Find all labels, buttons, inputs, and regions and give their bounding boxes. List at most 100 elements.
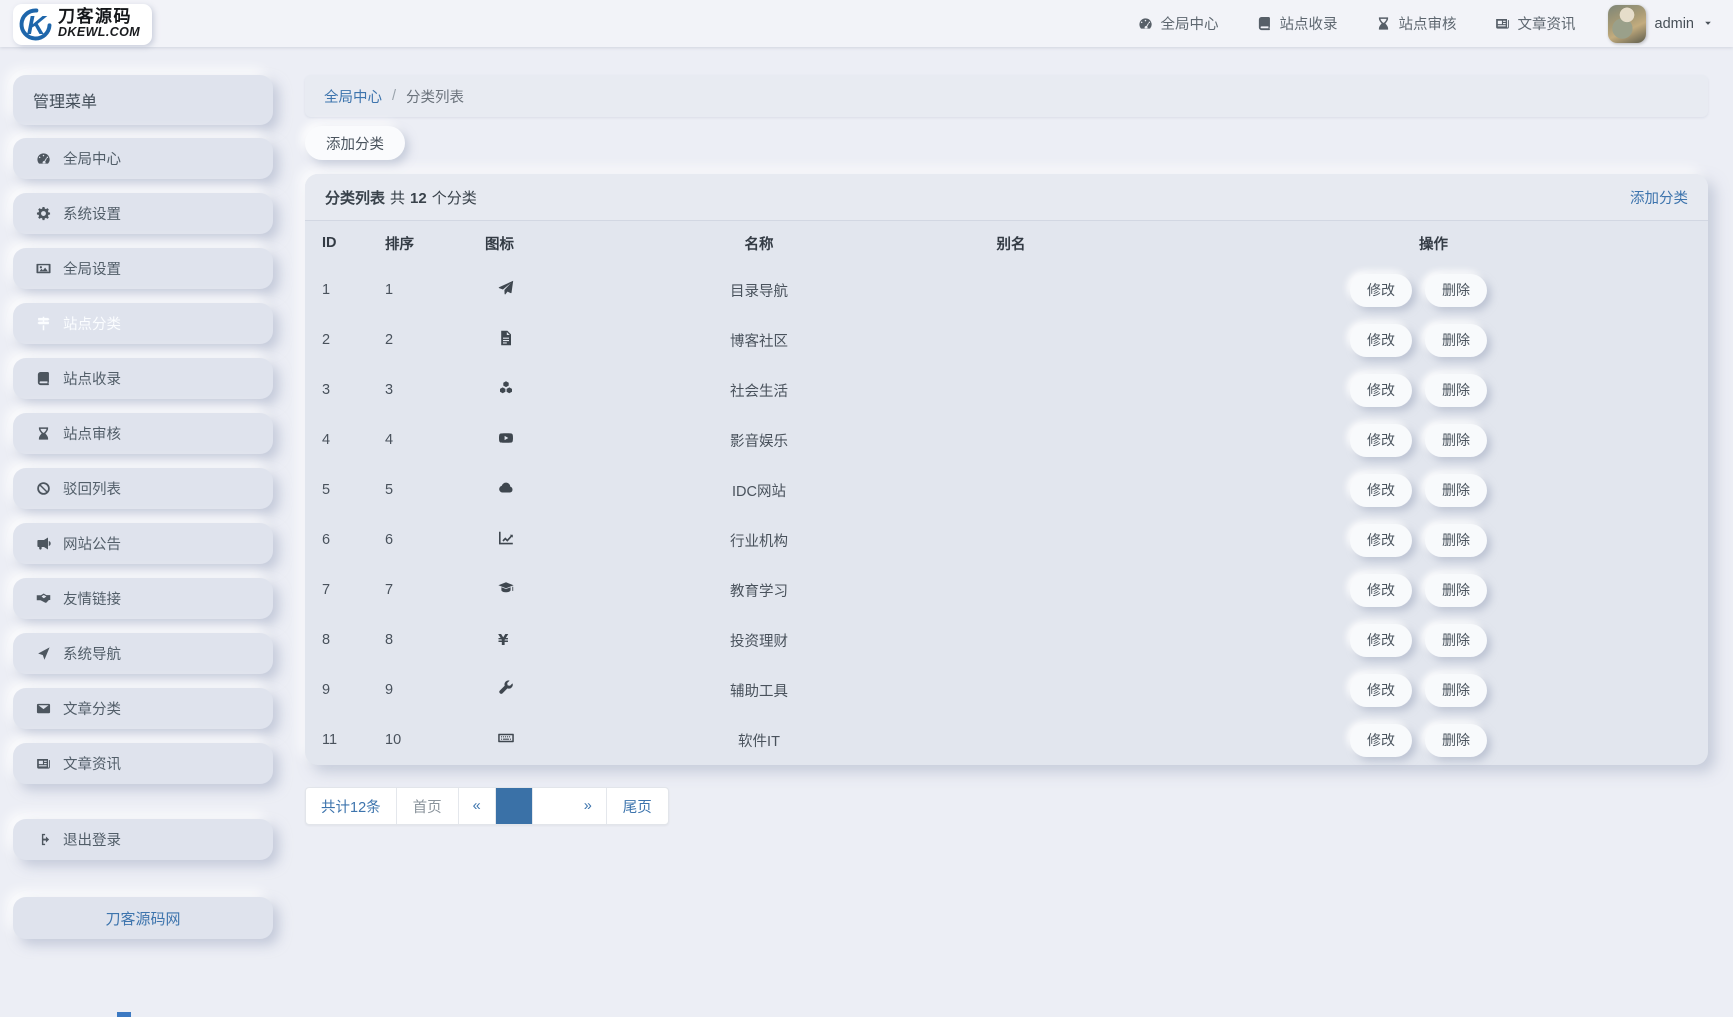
location-arrow-icon (35, 646, 52, 661)
edit-button[interactable]: 修改 (1350, 724, 1412, 757)
delete-button[interactable]: 删除 (1425, 674, 1487, 707)
envelope-icon (35, 701, 52, 716)
sidebar-item[interactable]: 站点分类 (13, 303, 273, 344)
avatar[interactable] (1608, 5, 1646, 43)
top-nav-item[interactable]: 文章资讯 (1495, 13, 1576, 34)
logout-label: 退出登录 (63, 829, 121, 850)
top-nav-item[interactable]: 站点审核 (1376, 13, 1457, 34)
cell-name: 影音娱乐 (655, 415, 863, 465)
pagination-prev[interactable]: « (459, 788, 496, 824)
sidebar-item-label: 系统导航 (63, 643, 121, 664)
cell-id: 7 (305, 565, 385, 615)
book-icon (35, 371, 52, 386)
delete-button[interactable]: 删除 (1425, 724, 1487, 757)
pagination-page[interactable] (496, 788, 533, 824)
sidebar-item-label: 系统设置 (63, 203, 121, 224)
edit-button[interactable]: 修改 (1350, 524, 1412, 557)
cell-alias (863, 265, 1159, 315)
sidebar-item[interactable]: 系统导航 (13, 633, 273, 674)
delete-button[interactable]: 删除 (1425, 374, 1487, 407)
topbar: K 刀客源码 DKEWL.COM 全局中心 站点收录 站点审核 文章资讯 adm… (0, 0, 1733, 47)
delete-button[interactable]: 删除 (1425, 274, 1487, 307)
logo[interactable]: K 刀客源码 DKEWL.COM (13, 4, 152, 45)
category-list-panel: 分类列表 共 12 个分类 添加分类 ID 排序 图标 名称 (305, 174, 1708, 765)
sidebar-menu: 全局中心 系统设置 全局设置 站点分类 站点收录 站点审核 (13, 138, 273, 784)
cell-actions: 修改 删除 (1159, 665, 1708, 715)
edit-button[interactable]: 修改 (1350, 674, 1412, 707)
panel-add-category-link[interactable]: 添加分类 (1630, 187, 1688, 208)
cell-icon: ¥ (485, 615, 655, 665)
breadcrumb-current: 分类列表 (406, 86, 464, 107)
cell-order: 8 (385, 615, 485, 665)
pagination-next[interactable]: » (570, 788, 607, 824)
cell-order: 2 (385, 315, 485, 365)
delete-button[interactable]: 删除 (1425, 524, 1487, 557)
add-category-button[interactable]: 添加分类 (305, 126, 405, 160)
sidebar-item[interactable]: 网站公告 (13, 523, 273, 564)
edit-button[interactable]: 修改 (1350, 374, 1412, 407)
hourglass-icon (1376, 16, 1391, 31)
logout-button[interactable]: 退出登录 (13, 819, 273, 860)
top-nav: 全局中心 站点收录 站点审核 文章资讯 (1138, 13, 1576, 34)
top-nav-item-label: 站点审核 (1399, 13, 1457, 34)
breadcrumb-parent-link[interactable]: 全局中心 (324, 86, 382, 107)
sidebar-item[interactable]: 文章资讯 (13, 743, 273, 784)
cell-name: 社会生活 (655, 365, 863, 415)
sidebar-item-label: 网站公告 (63, 533, 121, 554)
sidebar-item[interactable]: 驳回列表 (13, 468, 273, 509)
sidebar-footer-link[interactable]: 刀客源码网 (13, 897, 273, 939)
cell-name: 博客社区 (655, 315, 863, 365)
category-table: ID 排序 图标 名称 别名 操作 1 1 目录导航 (305, 221, 1708, 765)
sidebar-item[interactable]: 站点审核 (13, 413, 273, 454)
cell-name: 辅助工具 (655, 665, 863, 715)
table-row: 11 10 软件IT 修改 删除 (305, 715, 1708, 765)
image-icon (35, 261, 52, 276)
edit-button[interactable]: 修改 (1350, 574, 1412, 607)
table-row: 1 1 目录导航 修改 删除 (305, 265, 1708, 315)
table-row: 7 7 教育学习 修改 删除 (305, 565, 1708, 615)
sidebar-item[interactable]: 系统设置 (13, 193, 273, 234)
top-nav-item[interactable]: 全局中心 (1138, 13, 1219, 34)
pagination: 共计12条 首页 « » 尾页 (305, 787, 669, 825)
logo-subtitle: DKEWL.COM (58, 26, 140, 40)
delete-button[interactable]: 删除 (1425, 424, 1487, 457)
pagination-total: 共计12条 (306, 788, 397, 824)
top-nav-item-label: 站点收录 (1280, 13, 1338, 34)
edit-button[interactable]: 修改 (1350, 324, 1412, 357)
sidebar-item-label: 文章分类 (63, 698, 121, 719)
cell-order: 6 (385, 515, 485, 565)
edit-button[interactable]: 修改 (1350, 424, 1412, 457)
sidebar-item[interactable]: 文章分类 (13, 688, 273, 729)
sidebar-item[interactable]: 站点收录 (13, 358, 273, 399)
pagination-last[interactable]: 尾页 (607, 788, 668, 824)
user-menu[interactable]: admin (1608, 5, 1714, 43)
cell-id: 1 (305, 265, 385, 315)
cell-actions: 修改 删除 (1159, 715, 1708, 765)
sidebar-item[interactable]: 全局设置 (13, 248, 273, 289)
panel-title-text: 分类列表 (325, 187, 385, 208)
keyboard-icon (498, 730, 514, 746)
cell-icon (485, 665, 655, 715)
sidebar-item[interactable]: 友情链接 (13, 578, 273, 619)
edit-button[interactable]: 修改 (1350, 274, 1412, 307)
sidebar-item[interactable]: 全局中心 (13, 138, 273, 179)
table-row: 2 2 博客社区 修改 删除 (305, 315, 1708, 365)
pagination-first[interactable]: 首页 (397, 788, 459, 824)
edit-button[interactable]: 修改 (1350, 624, 1412, 657)
cell-icon (485, 265, 655, 315)
delete-button[interactable]: 删除 (1425, 574, 1487, 607)
map-signs-icon (35, 316, 52, 331)
top-nav-item[interactable]: 站点收录 (1257, 13, 1338, 34)
edit-button[interactable]: 修改 (1350, 474, 1412, 507)
newspaper-icon (1495, 16, 1510, 31)
pagination-page[interactable] (533, 788, 570, 824)
delete-button[interactable]: 删除 (1425, 624, 1487, 657)
delete-button[interactable]: 删除 (1425, 324, 1487, 357)
sidebar-item-label: 友情链接 (63, 588, 121, 609)
table-row: 6 6 行业机构 修改 删除 (305, 515, 1708, 565)
cell-alias (863, 465, 1159, 515)
cell-alias (863, 315, 1159, 365)
delete-button[interactable]: 删除 (1425, 474, 1487, 507)
cell-icon (485, 365, 655, 415)
yen-icon: ¥ (498, 631, 508, 649)
